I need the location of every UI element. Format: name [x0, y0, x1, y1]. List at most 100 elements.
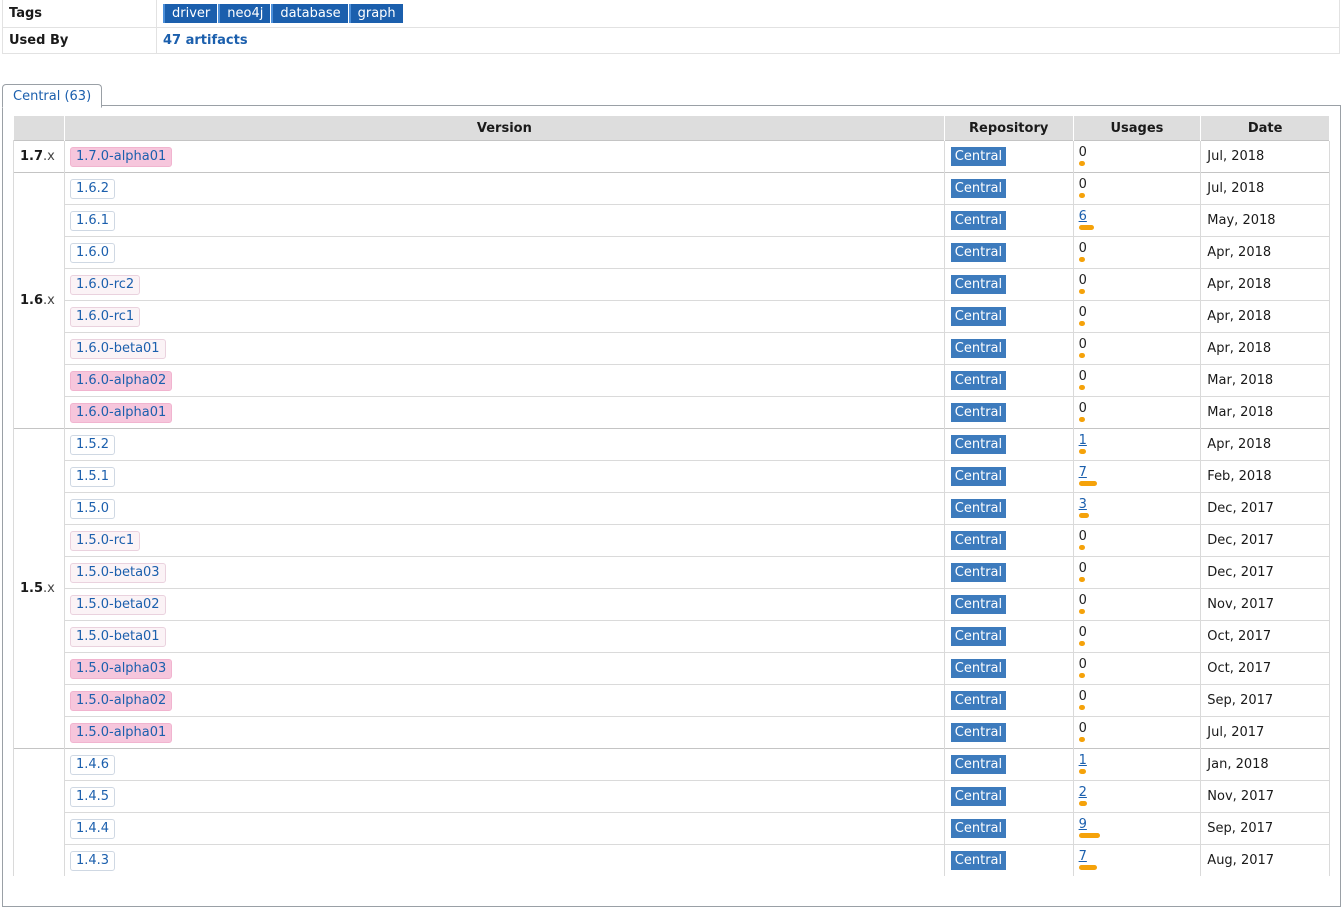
usages-cell: 0 [1073, 716, 1202, 749]
tag-driver[interactable]: driver [163, 4, 218, 23]
version-row: 1.6.0-rc2 Central 0 Apr, 2018 [14, 268, 1330, 301]
usage-count-link[interactable]: 7 [1079, 465, 1087, 480]
repository-badge[interactable]: Central [950, 755, 1007, 774]
version-link[interactable]: 1.5.0-alpha03 [69, 658, 173, 679]
version-link[interactable]: 1.4.6 [69, 754, 116, 775]
repository-cell: Central [944, 524, 1074, 557]
version-link[interactable]: 1.4.4 [69, 818, 116, 839]
version-link[interactable]: 1.4.5 [69, 786, 116, 807]
version-link[interactable]: 1.6.0-beta01 [69, 338, 166, 359]
version-link[interactable]: 1.7.0-alpha01 [69, 146, 173, 167]
usage-count-link[interactable]: 6 [1079, 209, 1087, 224]
repository-cell: Central [944, 140, 1074, 173]
version-link[interactable]: 1.5.0 [69, 498, 116, 519]
tag-neo4j[interactable]: neo4j [218, 4, 271, 23]
usages-cell: 0 [1073, 300, 1202, 333]
version-cell: 1.5.0-alpha02 [64, 684, 945, 717]
date-cell: Feb, 2018 [1200, 460, 1330, 493]
version-row: 1.5.0-beta01 Central 0 Oct, 2017 [14, 620, 1330, 653]
usage-bar [1078, 608, 1085, 614]
repository-badge[interactable]: Central [950, 563, 1007, 582]
version-cell: 1.6.0-beta01 [64, 332, 945, 365]
version-cell: 1.5.0-beta01 [64, 620, 945, 653]
repository-badge[interactable]: Central [950, 275, 1007, 294]
version-group-major: 1.6 [20, 293, 44, 308]
repository-badge[interactable]: Central [950, 691, 1007, 710]
repository-badge[interactable]: Central [950, 851, 1007, 870]
version-link[interactable]: 1.6.0-rc2 [69, 274, 141, 295]
version-row: 1.5.1 Central 7 Feb, 2018 [14, 460, 1330, 493]
version-row: 1.6.0-rc1 Central 0 Apr, 2018 [14, 300, 1330, 333]
version-link[interactable]: 1.6.0-alpha01 [69, 402, 173, 423]
repository-badge[interactable]: Central [950, 211, 1007, 230]
version-row: 1.6.0-alpha01 Central 0 Mar, 2018 [14, 396, 1330, 429]
version-link[interactable]: 1.5.0-alpha02 [69, 690, 173, 711]
version-link[interactable]: 1.4.3 [69, 850, 116, 871]
version-link[interactable]: 1.5.0-rc1 [69, 530, 141, 551]
tag-graph[interactable]: graph [348, 4, 403, 23]
version-link[interactable]: 1.6.0-alpha02 [69, 370, 173, 391]
usage-count-link[interactable]: 3 [1079, 497, 1087, 512]
repository-badge[interactable]: Central [950, 371, 1007, 390]
date-cell: Jul, 2018 [1200, 172, 1330, 205]
version-group-label: 1.5.x [13, 428, 65, 749]
repository-badge[interactable]: Central [950, 435, 1007, 454]
repository-badge[interactable]: Central [950, 723, 1007, 742]
repository-badge[interactable]: Central [950, 627, 1007, 646]
usages-cell: 1 [1073, 748, 1202, 781]
usage-count-link[interactable]: 2 [1079, 785, 1087, 800]
usage-bar [1078, 416, 1085, 422]
usage-count-link[interactable]: 1 [1079, 753, 1087, 768]
repository-badge[interactable]: Central [950, 307, 1007, 326]
repository-cell: Central [944, 716, 1074, 749]
version-link[interactable]: 1.5.1 [69, 466, 116, 487]
usages-cell: 0 [1073, 172, 1202, 205]
repository-badge[interactable]: Central [950, 659, 1007, 678]
repository-badge[interactable]: Central [950, 339, 1007, 358]
version-link[interactable]: 1.5.0-alpha01 [69, 722, 173, 743]
tags-label: Tags [2, 0, 157, 28]
version-row: 1.7.x 1.7.0-alpha01 Central 0 Jul, 2018 [13, 140, 1330, 173]
repository-badge[interactable]: Central [950, 467, 1007, 486]
version-link[interactable]: 1.5.0-beta01 [69, 626, 166, 647]
version-link[interactable]: 1.5.0-beta03 [69, 562, 166, 583]
repository-badge[interactable]: Central [950, 819, 1007, 838]
usages-cell: 0 [1073, 396, 1202, 429]
repository-badge[interactable]: Central [950, 531, 1007, 550]
version-group-suffix: .x [43, 149, 55, 164]
repository-badge[interactable]: Central [950, 499, 1007, 518]
used-by-link[interactable]: 47 artifacts [163, 33, 248, 48]
usage-count-link: 0 [1078, 144, 1087, 160]
version-link[interactable]: 1.6.1 [69, 210, 116, 231]
repository-cell: Central [944, 428, 1074, 461]
usage-count-link[interactable]: 7 [1079, 849, 1087, 864]
version-row: 1.5.0-alpha03 Central 0 Oct, 2017 [14, 652, 1330, 685]
repository-badge[interactable]: Central [950, 147, 1007, 166]
version-link[interactable]: 1.5.2 [69, 434, 116, 455]
versions-table: Version Repository Usages Date 1.7.x 1.7.… [13, 116, 1330, 876]
usage-count-link[interactable]: 1 [1079, 433, 1087, 448]
version-link[interactable]: 1.5.0-beta02 [69, 594, 166, 615]
repository-badge[interactable]: Central [950, 595, 1007, 614]
date-cell: Sep, 2017 [1200, 812, 1330, 845]
version-cell: 1.5.1 [64, 460, 945, 493]
usages-cell: 0 [1073, 140, 1202, 173]
version-link[interactable]: 1.6.0 [69, 242, 116, 263]
usage-count-link[interactable]: 9 [1079, 817, 1087, 832]
version-link[interactable]: 1.6.0-rc1 [69, 306, 141, 327]
version-row: 1.5.0-alpha01 Central 0 Jul, 2017 [14, 716, 1330, 749]
group-header [13, 116, 65, 141]
version-cell: 1.4.3 [64, 844, 945, 876]
tab-central[interactable]: Central (63) [2, 84, 103, 108]
usage-count-link: 0 [1078, 336, 1087, 352]
repository-badge[interactable]: Central [950, 403, 1007, 422]
version-link[interactable]: 1.6.2 [69, 178, 116, 199]
repository-cell: Central [944, 172, 1074, 205]
repository-badge[interactable]: Central [950, 787, 1007, 806]
version-row: 1.6.0 Central 0 Apr, 2018 [14, 236, 1330, 269]
repository-badge[interactable]: Central [950, 179, 1007, 198]
tag-database[interactable]: database [271, 4, 348, 23]
tags-list: driver neo4j database graph [156, 0, 1340, 28]
usage-count-link: 0 [1078, 592, 1087, 608]
repository-badge[interactable]: Central [950, 243, 1007, 262]
